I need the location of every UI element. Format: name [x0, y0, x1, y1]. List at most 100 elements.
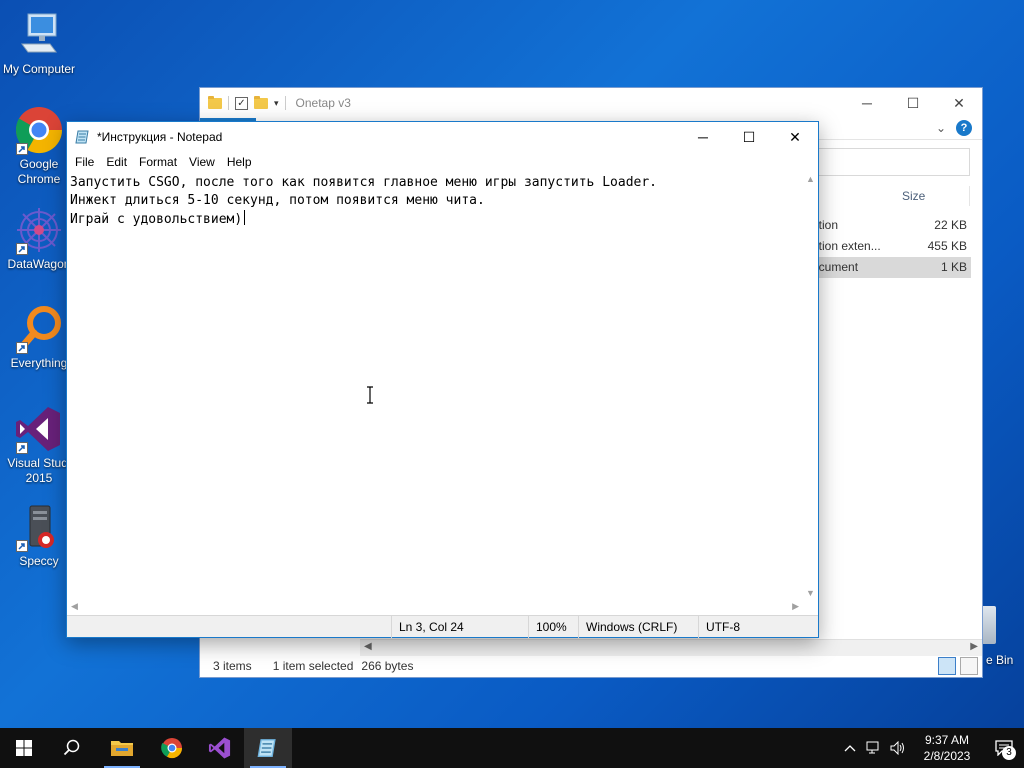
scroll-down-icon[interactable]: ▼	[806, 588, 815, 598]
folder-icon	[208, 95, 222, 109]
visual-studio-icon	[208, 737, 231, 759]
shortcut-arrow-icon	[16, 143, 28, 155]
large-icons-view-icon[interactable]	[960, 657, 978, 675]
windows-logo-icon	[16, 740, 32, 756]
notepad-window[interactable]: *Инструкция - Notepad ─ ☐ ✕ File Edit Fo…	[66, 121, 819, 638]
status-line-ending: Windows (CRLF)	[578, 616, 677, 638]
desktop-icon-label: Speccy	[19, 554, 59, 568]
minimize-icon[interactable]: ─	[680, 122, 726, 152]
file-type: ation exten...	[812, 239, 881, 253]
desktop-icon-label: Visual Studi 2015	[7, 456, 71, 485]
explorer-horizontal-scrollbar[interactable]: ◀ ▶	[360, 639, 982, 656]
maximize-icon[interactable]: ☐	[890, 88, 936, 118]
menu-help[interactable]: Help	[221, 155, 258, 169]
status-selected-size: 266 bytes	[361, 659, 414, 673]
explorer-title: Onetap v3	[295, 96, 351, 110]
details-view-icon[interactable]	[938, 657, 956, 675]
notepad-icon	[75, 130, 89, 144]
file-size: 1 KB	[940, 260, 967, 274]
menu-view[interactable]: View	[183, 155, 221, 169]
search-icon	[63, 739, 80, 756]
datawagon-icon	[14, 205, 64, 255]
menu-file[interactable]: File	[69, 155, 100, 169]
search-input[interactable]	[815, 148, 970, 176]
file-row[interactable]: ation 22 KB	[808, 215, 971, 236]
recycle-bin-label: e Bin	[986, 653, 1014, 667]
qat-dropdown-icon[interactable]: ▾	[274, 98, 279, 109]
status-cursor-position: Ln 3, Col 24	[391, 616, 464, 638]
volume-icon[interactable]	[886, 728, 910, 768]
notepad-menubar: File Edit Format View Help	[67, 152, 818, 172]
file-size: 455 KB	[927, 239, 967, 253]
shortcut-arrow-icon	[16, 540, 28, 552]
properties-check-icon[interactable]: ✓	[235, 96, 248, 110]
chrome-icon	[161, 738, 183, 759]
clock[interactable]: 9:37 AM 2/8/2023	[910, 732, 984, 764]
ribbon-right-controls: ⌄ ?	[936, 120, 972, 136]
file-size: 22 KB	[934, 218, 967, 232]
shortcut-arrow-icon	[16, 342, 28, 354]
status-encoding: UTF-8	[698, 616, 740, 638]
file-row[interactable]: ation exten... 455 KB	[808, 236, 971, 257]
scroll-up-icon[interactable]: ▲	[806, 174, 815, 184]
text-editor[interactable]: Запустить CSGO, после того как появится …	[67, 172, 803, 600]
minimize-icon[interactable]: ─	[844, 88, 890, 118]
help-icon[interactable]: ?	[956, 120, 972, 136]
speccy-icon	[14, 502, 64, 552]
close-icon[interactable]: ✕	[772, 122, 818, 152]
desktop-icon-my-computer[interactable]: My Computer	[0, 10, 78, 77]
notepad-statusbar: Ln 3, Col 24 100% Windows (CRLF) UTF-8	[67, 615, 818, 638]
chevron-up-icon[interactable]	[838, 728, 862, 768]
notepad-titlebar[interactable]: *Инструкция - Notepad ─ ☐ ✕	[67, 122, 818, 152]
scroll-right-icon[interactable]: ▶	[792, 601, 799, 612]
chevron-down-icon[interactable]: ⌄	[936, 121, 946, 135]
status-item-count: 3 items	[213, 659, 252, 673]
close-icon[interactable]: ✕	[936, 88, 982, 118]
divider	[284, 96, 286, 110]
text-line-current: Играй с удовольствием)	[70, 210, 800, 229]
desktop-icon-label: Google Chrome	[17, 157, 61, 186]
column-header-size[interactable]: Size	[902, 189, 925, 203]
scroll-left-icon[interactable]: ◀	[71, 601, 78, 612]
text-line: Запустить CSGO, после того как появится …	[70, 175, 657, 190]
status-zoom: 100%	[528, 616, 567, 638]
scroll-right-icon[interactable]: ▶	[970, 641, 978, 652]
text-caret	[244, 210, 246, 225]
search-button[interactable]	[48, 728, 96, 768]
shortcut-arrow-icon	[16, 442, 28, 454]
taskbar-visual-studio[interactable]	[196, 728, 244, 768]
scrollbar-corner	[803, 600, 818, 615]
taskbar-file-explorer[interactable]	[98, 728, 146, 768]
explorer-window-controls: ─ ☐ ✕	[844, 88, 982, 118]
notepad-window-controls: ─ ☐ ✕	[680, 122, 818, 152]
divider	[228, 96, 229, 110]
notification-badge: 3	[1002, 746, 1016, 760]
visual-studio-icon	[14, 404, 64, 454]
view-toggle	[938, 657, 978, 675]
new-folder-icon[interactable]	[254, 95, 268, 109]
taskbar-chrome[interactable]	[148, 728, 196, 768]
clock-time: 9:37 AM	[924, 733, 970, 747]
menu-edit[interactable]: Edit	[100, 155, 133, 169]
explorer-titlebar[interactable]: ✓ ▾ Onetap v3 ─ ☐ ✕	[200, 88, 982, 118]
vertical-scrollbar[interactable]: ▲ ▼	[803, 172, 818, 600]
taskbar: 9:37 AM 2/8/2023 3	[0, 728, 1024, 768]
text-line-content: Играй с удовольствием)	[70, 212, 243, 227]
folder-icon	[111, 741, 133, 756]
desktop-icon-label: My Computer	[2, 62, 76, 76]
shortcut-arrow-icon	[16, 243, 28, 255]
taskbar-notepad[interactable]	[244, 728, 292, 768]
horizontal-scrollbar[interactable]: ◀ ▶	[67, 600, 803, 615]
scroll-left-icon[interactable]: ◀	[364, 641, 372, 652]
menu-format[interactable]: Format	[133, 155, 183, 169]
text-cursor-icon	[367, 386, 373, 404]
clock-date: 2/8/2023	[923, 749, 971, 763]
notepad-title: *Инструкция - Notepad	[97, 130, 223, 144]
network-icon[interactable]	[862, 728, 886, 768]
everything-search-icon	[14, 304, 64, 354]
system-tray: 9:37 AM 2/8/2023 3	[838, 728, 1024, 768]
maximize-icon[interactable]: ☐	[726, 122, 772, 152]
file-row-selected[interactable]: ocument 1 KB	[808, 257, 971, 278]
start-button[interactable]	[0, 728, 48, 768]
action-center-button[interactable]: 3	[984, 728, 1024, 768]
